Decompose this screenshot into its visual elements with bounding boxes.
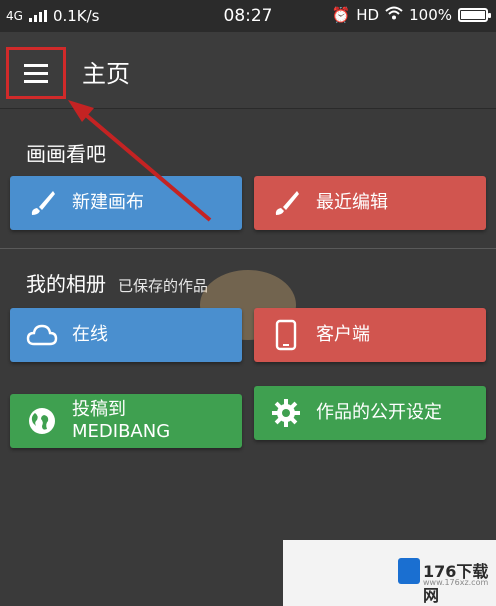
recent-edit-button[interactable]: 最近编辑 [254, 176, 486, 230]
status-bar: 4G 0.1K/s 08:27 ⏰ HD 100% [0, 0, 496, 32]
menu-line [24, 79, 48, 83]
status-right: ⏰ HD 100% [331, 6, 491, 24]
wifi-icon [385, 6, 403, 24]
section-title-album: 我的相册 已保存的作品 [26, 268, 208, 297]
client-button[interactable]: 客户端 [254, 308, 486, 362]
album-subtitle: 已保存的作品 [118, 277, 209, 295]
battery-percent: 100% [409, 6, 452, 24]
client-label: 客户端 [316, 324, 370, 345]
post-to-medibang-button[interactable]: 投稿到 MEDIBANG [10, 394, 242, 448]
brush-icon [24, 185, 60, 221]
watermark-logo-icon [398, 558, 420, 584]
watermark-banner: 176下载网 www.176xz.com [283, 540, 496, 606]
hd-indicator: HD [356, 6, 380, 24]
section-divider [0, 248, 496, 249]
annotation-arrow-icon [68, 100, 212, 222]
online-button[interactable]: 在线 [10, 308, 242, 362]
recent-edit-label: 最近编辑 [316, 192, 388, 213]
online-label: 在线 [72, 324, 108, 345]
watermark-url: www.176xz.com [423, 578, 489, 587]
post-to-medibang-label: 投稿到 MEDIBANG [72, 399, 170, 443]
hamburger-menu-button[interactable] [6, 47, 66, 99]
page-title: 主页 [82, 60, 130, 88]
post-label-line2: MEDIBANG [72, 421, 171, 442]
globe-icon [24, 403, 60, 439]
battery-icon [458, 8, 491, 22]
menu-line [24, 71, 48, 75]
menu-line [24, 63, 48, 67]
gear-icon [268, 395, 304, 431]
phone-icon [268, 317, 304, 353]
post-label-line1: 投稿到 [72, 399, 126, 420]
publish-settings-label: 作品的公开设定 [316, 402, 442, 423]
publish-settings-button[interactable]: 作品的公开设定 [254, 386, 486, 440]
brush-icon [268, 185, 304, 221]
cloud-icon [24, 317, 60, 353]
album-title: 我的相册 [26, 272, 106, 296]
alarm-icon: ⏰ [331, 6, 351, 24]
